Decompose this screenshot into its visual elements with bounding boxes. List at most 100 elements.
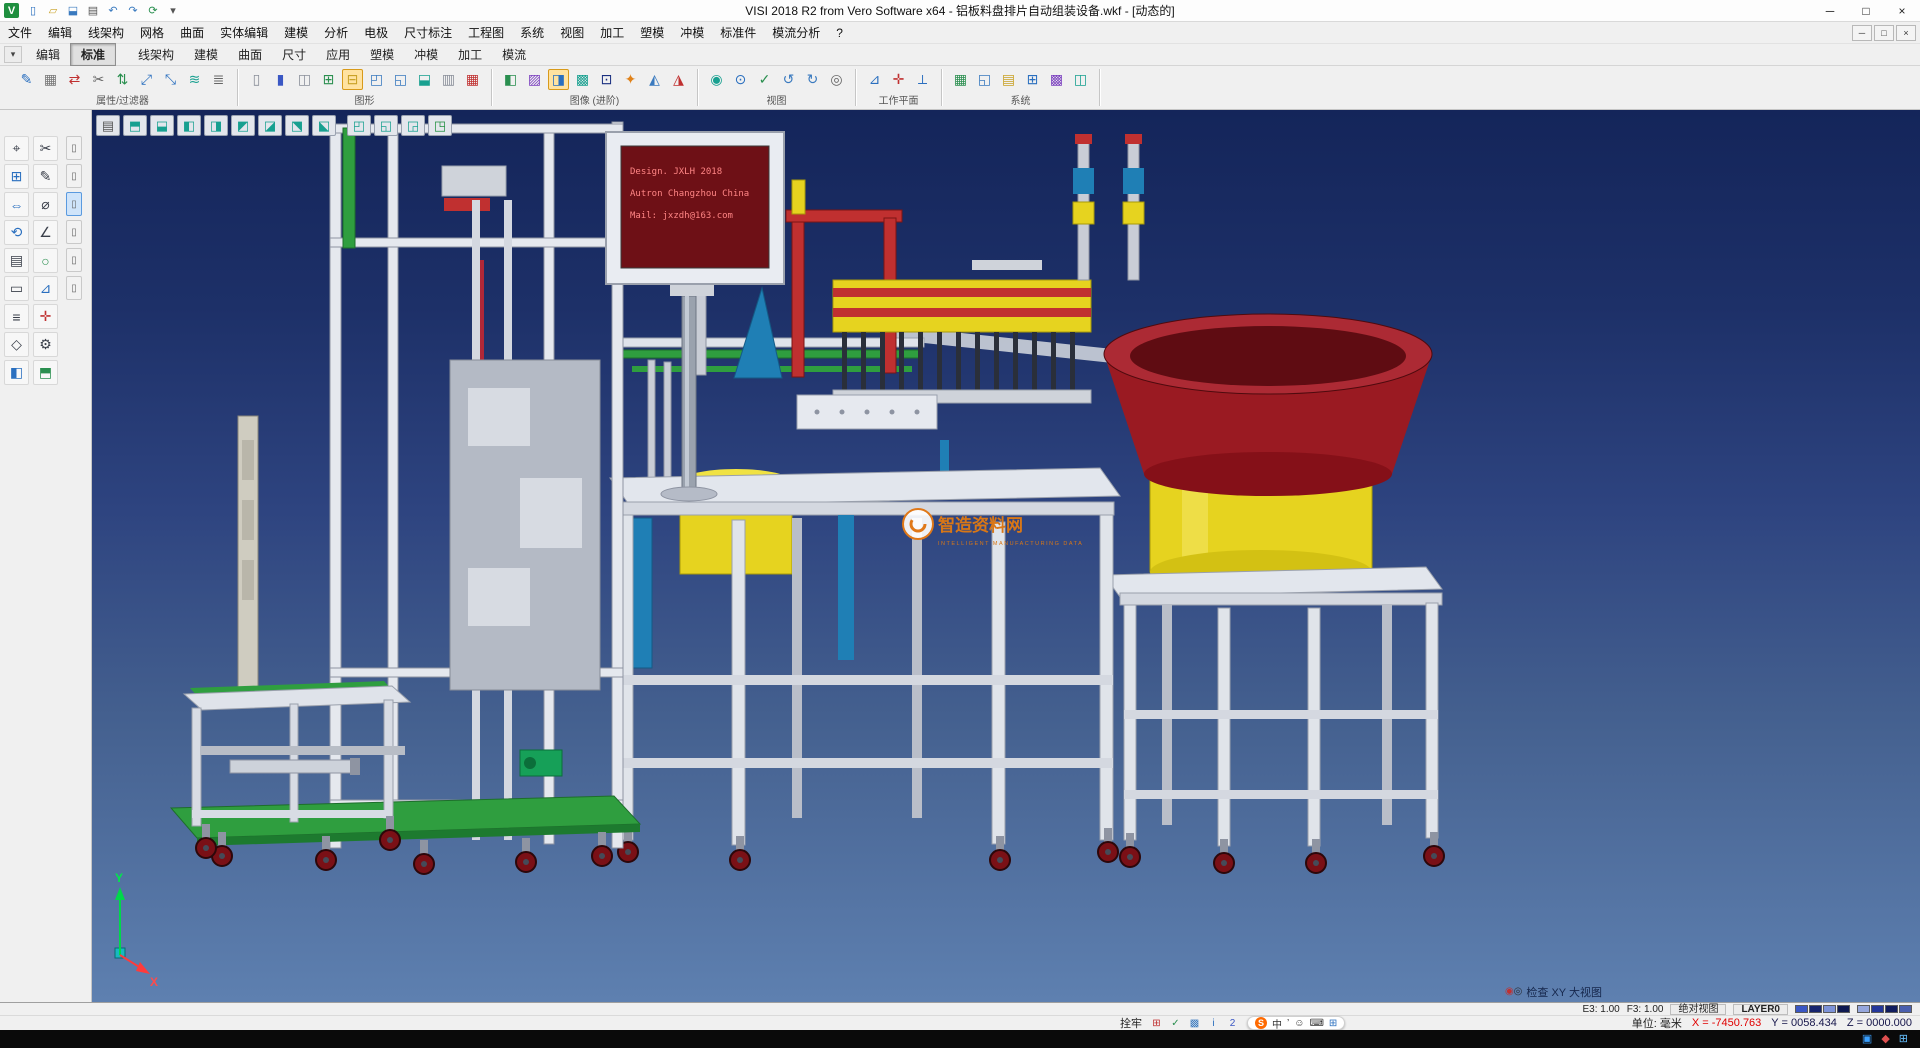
tab-8[interactable]: 冲模 bbox=[404, 44, 448, 65]
taskbar-app1-icon[interactable]: ▣ bbox=[1862, 1034, 1872, 1045]
view-rotate-icon[interactable]: ◰ bbox=[347, 115, 371, 136]
maximize-button[interactable]: □ bbox=[1848, 0, 1884, 21]
system-split-icon[interactable]: ◫ bbox=[1070, 69, 1091, 90]
half-square-icon[interactable]: ⬓ bbox=[414, 69, 435, 90]
plane-cross-icon[interactable]: ✛ bbox=[888, 69, 909, 90]
menu-item-2[interactable]: 线架构 bbox=[80, 24, 132, 41]
box-icon[interactable]: ▭ bbox=[4, 276, 29, 301]
overlay-dot-gray-icon[interactable]: ◎ bbox=[1514, 986, 1523, 997]
info-tool-icon[interactable]: i bbox=[1206, 1017, 1221, 1030]
tab-2[interactable]: 线架构 bbox=[128, 44, 184, 65]
render-box-icon[interactable]: ⊡ bbox=[596, 69, 617, 90]
mini-tool-1-icon[interactable]: ▯ bbox=[66, 136, 82, 160]
menu-item-0[interactable]: 文件 bbox=[0, 24, 40, 41]
sketch-icon[interactable]: ✎ bbox=[33, 164, 58, 189]
undo-icon[interactable]: ↶ bbox=[104, 2, 122, 20]
open-file-icon[interactable]: ▱ bbox=[44, 2, 62, 20]
menu-item-18[interactable]: ? bbox=[828, 26, 851, 40]
rotate-cw-icon[interactable]: ↻ bbox=[802, 69, 823, 90]
mdi-restore-icon[interactable]: □ bbox=[1874, 25, 1894, 41]
hatch-v-icon[interactable]: ▥ bbox=[438, 69, 459, 90]
menu-item-9[interactable]: 尺寸标注 bbox=[396, 24, 460, 41]
redo-icon[interactable]: ↷ bbox=[124, 2, 142, 20]
shade-left-icon[interactable]: ◧ bbox=[500, 69, 521, 90]
grid-add-icon[interactable]: ⊞ bbox=[318, 69, 339, 90]
view-left-icon[interactable]: ◩ bbox=[231, 115, 255, 136]
menu-item-7[interactable]: 分析 bbox=[316, 24, 356, 41]
layer-button[interactable]: LAYER0 bbox=[1733, 1004, 1788, 1015]
hatch-grid-icon[interactable]: ▦ bbox=[462, 69, 483, 90]
sphere-icon[interactable]: ○ bbox=[33, 248, 58, 273]
layer-color-swatch[interactable] bbox=[1871, 1005, 1884, 1013]
view-axon-icon[interactable]: ⬕ bbox=[312, 115, 336, 136]
expand-icon[interactable]: ⤢ bbox=[136, 69, 157, 90]
list-icon[interactable]: ≣ bbox=[208, 69, 229, 90]
window-tool-icon[interactable]: ⊞ bbox=[1149, 1017, 1164, 1030]
quick-access-caret-icon[interactable]: ▾ bbox=[164, 2, 182, 20]
mdi-minimize-icon[interactable]: ─ bbox=[1852, 25, 1872, 41]
tab-3[interactable]: 建模 bbox=[184, 44, 228, 65]
layer-color-swatch[interactable] bbox=[1885, 1005, 1898, 1013]
triangle-icon[interactable]: ⊿ bbox=[33, 276, 58, 301]
cut-icon[interactable]: ✂ bbox=[33, 136, 58, 161]
diameter-icon[interactable]: ⌀ bbox=[33, 192, 58, 217]
mini-tool-2-icon[interactable]: ▯ bbox=[66, 164, 82, 188]
corner-bl-icon[interactable]: ◱ bbox=[390, 69, 411, 90]
ime-keyboard-icon[interactable]: ⌨ bbox=[1309, 1018, 1323, 1029]
menu-item-17[interactable]: 模流分析 bbox=[764, 24, 828, 41]
ime-emoji-icon[interactable]: ☺ bbox=[1294, 1018, 1304, 1029]
refresh-icon[interactable]: ⟳ bbox=[144, 2, 162, 20]
sparkle-icon[interactable]: ✦ bbox=[620, 69, 641, 90]
menu-item-6[interactable]: 建模 bbox=[276, 24, 316, 41]
shade-right-icon[interactable]: ◨ bbox=[548, 69, 569, 90]
system-grid-icon[interactable]: ▦ bbox=[950, 69, 971, 90]
waves-icon[interactable]: ≋ bbox=[184, 69, 205, 90]
tri-up-icon[interactable]: ◭ bbox=[644, 69, 665, 90]
sort-icon[interactable]: ⇅ bbox=[112, 69, 133, 90]
tab-4[interactable]: 曲面 bbox=[228, 44, 272, 65]
view-top-icon[interactable]: ⬓ bbox=[150, 115, 174, 136]
tab-5[interactable]: 尺寸 bbox=[272, 44, 316, 65]
rotate-icon[interactable]: ⟲ bbox=[4, 220, 29, 245]
taskbar-app2-icon[interactable]: ◆ bbox=[1881, 1034, 1889, 1045]
select-icon[interactable]: ⌖ bbox=[4, 136, 29, 161]
system-rows-icon[interactable]: ▤ bbox=[998, 69, 1019, 90]
add-icon[interactable]: ✛ bbox=[33, 304, 58, 329]
tab-10[interactable]: 模流 bbox=[492, 44, 536, 65]
image-tool-icon[interactable]: ▩ bbox=[1187, 1017, 1202, 1030]
viewport-3d[interactable]: ▤⬒⬓◧◨◩◪⬔⬕◰◱◲◳ bbox=[92, 110, 1920, 1002]
layer-color-swatch[interactable] bbox=[1823, 1005, 1836, 1013]
rotate-ccw-icon[interactable]: ↺ bbox=[778, 69, 799, 90]
layer-color-swatch[interactable] bbox=[1795, 1005, 1808, 1013]
mini-tool-6-icon[interactable]: ▯ bbox=[66, 276, 82, 300]
corner-tl-icon[interactable]: ◰ bbox=[366, 69, 387, 90]
menu-item-15[interactable]: 冲模 bbox=[672, 24, 712, 41]
mini-tool-4-icon[interactable]: ▯ bbox=[66, 220, 82, 244]
view-shaded-icon[interactable]: ◳ bbox=[428, 115, 452, 136]
check-tool-icon[interactable]: ✓ bbox=[1168, 1017, 1183, 1030]
plane-icon[interactable]: ◧ bbox=[4, 360, 29, 385]
menu-item-12[interactable]: 视图 bbox=[552, 24, 592, 41]
system-corner-icon[interactable]: ◱ bbox=[974, 69, 995, 90]
view-mode-button[interactable]: 绝对视图 bbox=[1670, 1004, 1726, 1015]
exchange-icon[interactable]: ⇄ bbox=[64, 69, 85, 90]
ime-toolbox-icon[interactable]: ⊞ bbox=[1329, 1018, 1337, 1029]
system-hatch-icon[interactable]: ▩ bbox=[1046, 69, 1067, 90]
layer-color-swatch[interactable] bbox=[1837, 1005, 1850, 1013]
solid-icon[interactable]: ▮ bbox=[270, 69, 291, 90]
view-check-overlay[interactable]: ◉◎ 检查 XY 大视图 bbox=[1505, 984, 1602, 1000]
split-view-icon[interactable]: ◫ bbox=[294, 69, 315, 90]
view-right-icon[interactable]: ◪ bbox=[258, 115, 282, 136]
check-view-icon[interactable]: ✓ bbox=[754, 69, 775, 90]
count-tool-icon[interactable]: 2 bbox=[1225, 1017, 1240, 1030]
mdi-close-icon[interactable]: × bbox=[1896, 25, 1916, 41]
system-plus-icon[interactable]: ⊞ bbox=[1022, 69, 1043, 90]
angle-icon[interactable]: ∠ bbox=[33, 220, 58, 245]
view-iso-icon[interactable]: ⬒ bbox=[123, 115, 147, 136]
menu-item-4[interactable]: 曲面 bbox=[172, 24, 212, 41]
tab-0[interactable]: 编辑 bbox=[26, 44, 70, 65]
menu-item-10[interactable]: 工程图 bbox=[460, 24, 512, 41]
view-zoom-icon[interactable]: ◲ bbox=[401, 115, 425, 136]
minimize-button[interactable]: ─ bbox=[1812, 0, 1848, 21]
hatch-cross-icon[interactable]: ▩ bbox=[572, 69, 593, 90]
